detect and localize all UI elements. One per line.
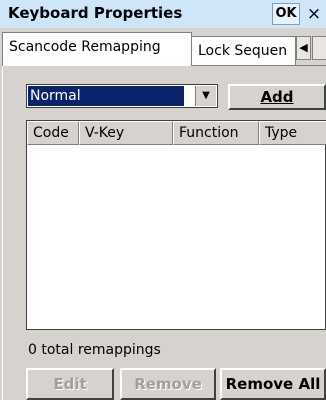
column-header-function[interactable]: Function [173, 121, 259, 145]
tab-scancode-remapping[interactable]: Scancode Remapping [2, 32, 192, 66]
edit-button[interactable]: Edit [26, 368, 114, 400]
add-button[interactable]: Add [228, 84, 326, 110]
remove-all-button[interactable]: Remove All [220, 368, 326, 400]
column-header-type[interactable]: Type [259, 121, 326, 145]
tab-scroll-right-icon[interactable] [312, 36, 326, 60]
add-button-label: Add [260, 88, 294, 106]
close-icon[interactable]: × [303, 3, 325, 25]
tab-lock-sequence[interactable]: Lock Sequen [192, 36, 296, 66]
remove-button[interactable]: Remove [120, 368, 216, 400]
remapping-list[interactable]: Code V-Key Function Type [26, 120, 326, 330]
mode-dropdown-value: Normal [28, 86, 184, 106]
tab-scroll-left-icon[interactable]: ◀ [296, 36, 311, 60]
chevron-down-icon[interactable]: ▼ [195, 86, 216, 106]
column-header-vkey[interactable]: V-Key [79, 121, 173, 145]
column-header-code[interactable]: Code [27, 121, 79, 145]
ok-button[interactable]: OK [272, 3, 300, 25]
window-title: Keyboard Properties [8, 4, 183, 22]
total-remappings-label: 0 total remappings [28, 342, 161, 358]
mode-dropdown[interactable]: Normal ▼ [26, 84, 218, 108]
